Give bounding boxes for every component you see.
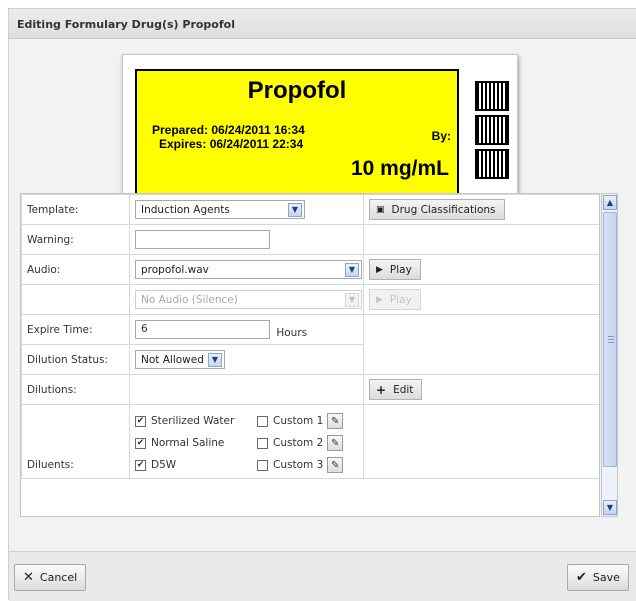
custom-3-checkbox[interactable] — [257, 459, 268, 471]
play-button[interactable]: ▶ Play — [369, 259, 421, 280]
sterilized-water-checkbox[interactable]: ✔ — [135, 415, 146, 427]
diluent-row: ✔ Normal Saline Custom 2 ✎ — [135, 432, 358, 454]
chevron-down-icon: ▼ — [208, 352, 222, 367]
grip-line — [608, 342, 614, 343]
expire-time-input[interactable]: 6 — [135, 320, 270, 339]
custom-1-checkbox[interactable] — [257, 415, 268, 427]
play-icon: ▶ — [376, 264, 383, 275]
play-label: Play — [389, 263, 412, 276]
pencil-icon[interactable]: ✎ — [327, 457, 344, 473]
secondary-audio-value: No Audio (Silence) — [141, 293, 238, 306]
scroll-up-icon[interactable]: ▲ — [603, 195, 617, 210]
dilution-status-select[interactable]: Not Allowed ▼ — [135, 350, 225, 369]
edit-label: Edit — [393, 383, 414, 396]
expire-time-unit: Hours — [276, 326, 308, 339]
edit-drug-dialog: Editing Formulary Drug(s) Propofol Propo… — [8, 8, 636, 601]
template-select-value: Induction Agents — [141, 203, 230, 216]
scrollbar-thumb[interactable] — [603, 212, 617, 467]
template-label: Template: — [21, 194, 130, 225]
scroll-down-icon[interactable]: ▼ — [603, 500, 617, 515]
edit-dilutions-button[interactable]: + Edit — [369, 379, 423, 400]
label-concentration: 10 mg/mL — [350, 157, 449, 180]
chevron-down-icon: ▼ — [345, 292, 359, 307]
barcode-icon — [475, 115, 509, 145]
warning-input[interactable] — [135, 230, 270, 249]
custom-diluent-label: Custom 3 — [273, 459, 324, 471]
diluents-row: Diluents: ✔ Sterilized Water Custom 1 ✎ — [21, 404, 599, 479]
barcode-icon — [475, 81, 509, 111]
audio2-row: No Audio (Silence) ▼ ▶ Play — [21, 284, 599, 315]
grip-line — [608, 339, 614, 340]
audio-label: Audio: — [21, 254, 130, 285]
chevron-down-icon: ▼ — [288, 202, 302, 217]
expire-time-row: Expire Time: 6 Hours — [21, 314, 599, 375]
pencil-icon[interactable]: ✎ — [327, 413, 344, 429]
pencil-icon[interactable]: ✎ — [327, 435, 344, 451]
dilution-status-value: Not Allowed — [141, 353, 204, 366]
x-icon: ✕ — [23, 570, 34, 585]
chevron-down-icon: ▼ — [345, 262, 359, 277]
settings-table: Template: Induction Agents ▼ ▣ Drug Clas… — [21, 194, 599, 479]
dialog-title: Editing Formulary Drug(s) Propofol — [9, 9, 636, 39]
label-by: By: — [431, 129, 451, 143]
custom-diluent-label: Custom 2 — [273, 437, 324, 449]
drug-classifications-label: Drug Classifications — [391, 203, 496, 216]
cancel-button[interactable]: ✕ Cancel — [14, 564, 87, 591]
custom-2-checkbox[interactable] — [257, 437, 268, 449]
form-scrollbar[interactable]: ▲ ▼ — [601, 193, 618, 517]
audio-select[interactable]: propofol.wav ▼ — [135, 260, 362, 279]
dilution-status-label: Dilution Status: — [21, 344, 130, 375]
checkmark-icon: ✔ — [576, 570, 587, 585]
image-icon: ▣ — [376, 204, 385, 215]
play-button-disabled: ▶ Play — [369, 289, 421, 310]
empty-cell — [363, 404, 599, 479]
dialog-footer: ✕ Cancel ✔ Save — [9, 551, 636, 601]
diluent-label: Normal Saline — [151, 437, 225, 449]
diluent-row: ✔ Sterilized Water Custom 1 ✎ — [135, 410, 358, 432]
empty-cell — [363, 224, 599, 255]
warning-label: Warning: — [21, 224, 130, 255]
drug-settings-form[interactable]: Template: Induction Agents ▼ ▣ Drug Clas… — [20, 193, 600, 517]
label-drug-name: Propofol — [247, 77, 347, 104]
label-prepared: Prepared: 06/24/2011 16:34 — [152, 123, 305, 137]
play-label: Play — [389, 293, 412, 306]
custom-diluent-label: Custom 1 — [273, 415, 324, 427]
cancel-label: Cancel — [39, 571, 78, 584]
d5w-checkbox[interactable]: ✔ — [135, 459, 146, 471]
dilutions-row: Dilutions: + Edit — [21, 374, 599, 405]
barcode-icon — [475, 149, 509, 179]
drug-label: Propofol Prepared: 06/24/2011 16:34 Expi… — [135, 69, 459, 199]
warning-row: Warning: — [21, 224, 599, 255]
empty-label — [21, 284, 130, 315]
audio-select-value: propofol.wav — [141, 263, 209, 276]
grip-line — [608, 336, 614, 337]
empty-cell — [129, 374, 364, 405]
plus-icon: + — [376, 382, 387, 397]
normal-saline-checkbox[interactable]: ✔ — [135, 437, 146, 449]
label-preview: Propofol Prepared: 06/24/2011 16:34 Expi… — [122, 54, 518, 214]
diluents-label: Diluents: — [21, 404, 130, 479]
save-label: Save — [592, 571, 620, 584]
template-row: Template: Induction Agents ▼ ▣ Drug Clas… — [21, 194, 599, 225]
secondary-audio-select: No Audio (Silence) ▼ — [135, 290, 362, 309]
barcode-group — [475, 81, 509, 183]
expire-time-label: Expire Time: — [21, 314, 130, 345]
empty-cell — [363, 314, 599, 375]
diluent-row: ✔ D5W Custom 3 ✎ — [135, 454, 358, 476]
diluent-label: Sterilized Water — [151, 415, 235, 427]
audio-row: Audio: propofol.wav ▼ ▶ Play — [21, 254, 599, 285]
save-button[interactable]: ✔ Save — [567, 564, 629, 591]
label-expires: Expires: 06/24/2011 22:34 — [159, 137, 304, 151]
dilutions-label: Dilutions: — [21, 374, 130, 405]
play-icon: ▶ — [376, 294, 383, 305]
template-select[interactable]: Induction Agents ▼ — [135, 200, 305, 219]
drug-classifications-button[interactable]: ▣ Drug Classifications — [369, 199, 505, 220]
diluent-label: D5W — [151, 459, 177, 471]
